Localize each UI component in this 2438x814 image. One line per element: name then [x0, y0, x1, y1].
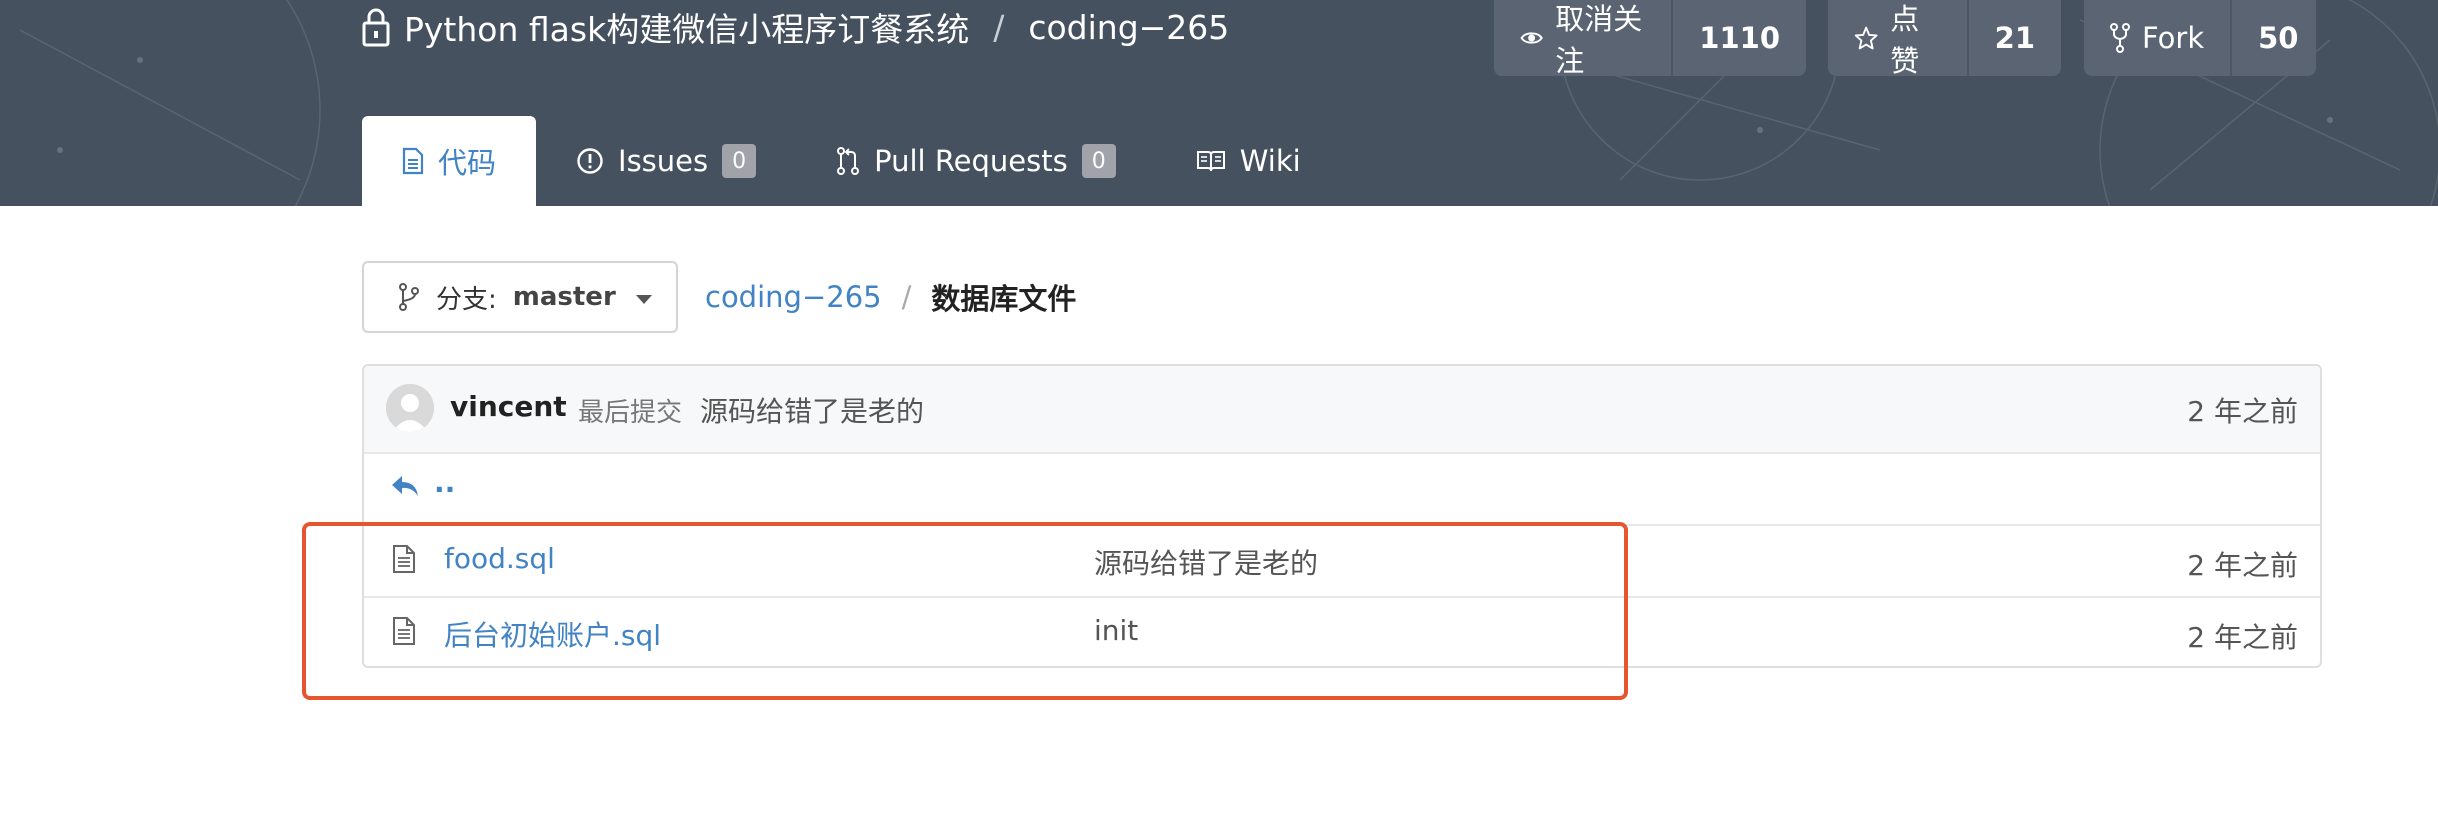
branch-value: master [512, 282, 616, 312]
branch-label: 分支: [436, 284, 497, 315]
unwatch-button[interactable]: 取消关注 [1494, 0, 1671, 78]
tab-code[interactable]: 代码 [362, 116, 537, 206]
watch-label: 取消关注 [1555, 2, 1643, 78]
file-time: 2 年之前 [2187, 621, 2298, 654]
fork-icon [2110, 23, 2130, 53]
branch-icon [399, 283, 419, 311]
repo-owner-title-link[interactable]: Python flask构建微信小程序订餐系统 [404, 3, 969, 51]
parent-directory-row[interactable]: .. [364, 452, 2320, 524]
user-avatar-icon [386, 384, 434, 432]
repo-title: Python flask构建微信小程序订餐系统 / coding−265 [362, 2, 1229, 52]
tab-issues-label: Issues [618, 144, 709, 178]
issues-count-badge: 0 [722, 144, 757, 178]
highlight-annotation-box [302, 522, 1628, 700]
star-label: 点赞 [1890, 2, 1920, 78]
parent-directory-link[interactable]: .. [434, 466, 455, 499]
tab-pull-requests-label: Pull Requests [874, 144, 1068, 178]
avatar[interactable] [386, 384, 434, 432]
commit-author-link[interactable]: vincent [450, 390, 567, 423]
tab-issues[interactable]: Issues 0 [536, 116, 796, 206]
pull-request-icon [837, 147, 860, 175]
breadcrumb: coding−265 / 数据库文件 [705, 272, 1076, 322]
fork-button[interactable]: Fork [2084, 0, 2230, 76]
file-time: 2 年之前 [2187, 549, 2298, 582]
star-count[interactable]: 21 [1966, 0, 2061, 76]
fork-button-group: Fork 50 [2084, 0, 2316, 76]
tab-wiki-label: Wiki [1239, 144, 1301, 178]
eye-icon [1520, 32, 1543, 44]
breadcrumb-separator: / [901, 280, 912, 314]
repo-header: Python flask构建微信小程序订餐系统 / coding−265 取消关… [0, 0, 2438, 206]
branch-selector-button[interactable]: 分支: master [362, 261, 678, 333]
breadcrumb-current-dir: 数据库文件 [931, 282, 1077, 316]
star-button[interactable]: 点赞 [1828, 0, 1967, 78]
code-file-icon [402, 147, 424, 175]
watch-count[interactable]: 1110 [1671, 0, 1806, 76]
latest-commit-row: vincent 最后提交 源码给错了是老的 2 年之前 [364, 366, 2320, 452]
watch-button-group: 取消关注 1110 [1494, 0, 1806, 78]
star-icon [1854, 26, 1878, 50]
commit-label: 最后提交 [578, 398, 683, 428]
book-icon [1196, 151, 1225, 172]
star-button-group: 点赞 21 [1828, 0, 2061, 78]
commit-time: 2 年之前 [2187, 395, 2298, 428]
fork-count[interactable]: 50 [2230, 0, 2324, 76]
breadcrumb-repo-link[interactable]: coding−265 [705, 280, 882, 314]
repo-name-link[interactable]: coding−265 [1028, 8, 1229, 47]
lock-icon [362, 8, 390, 47]
repo-tabs: 代码 Issues 0 Pull Requests 0 Wiki [362, 116, 1341, 206]
fork-label: Fork [2142, 21, 2205, 55]
title-separator: / [993, 7, 1005, 47]
tab-pull-requests[interactable]: Pull Requests 0 [796, 116, 1156, 206]
commit-message-link[interactable]: 源码给错了是老的 [700, 390, 924, 430]
pull-requests-count-badge: 0 [1081, 144, 1116, 178]
chevron-down-icon [635, 294, 652, 304]
issue-icon [577, 148, 603, 174]
reply-back-icon [392, 476, 418, 496]
tab-wiki[interactable]: Wiki [1156, 116, 1341, 206]
tab-code-label: 代码 [438, 146, 497, 180]
